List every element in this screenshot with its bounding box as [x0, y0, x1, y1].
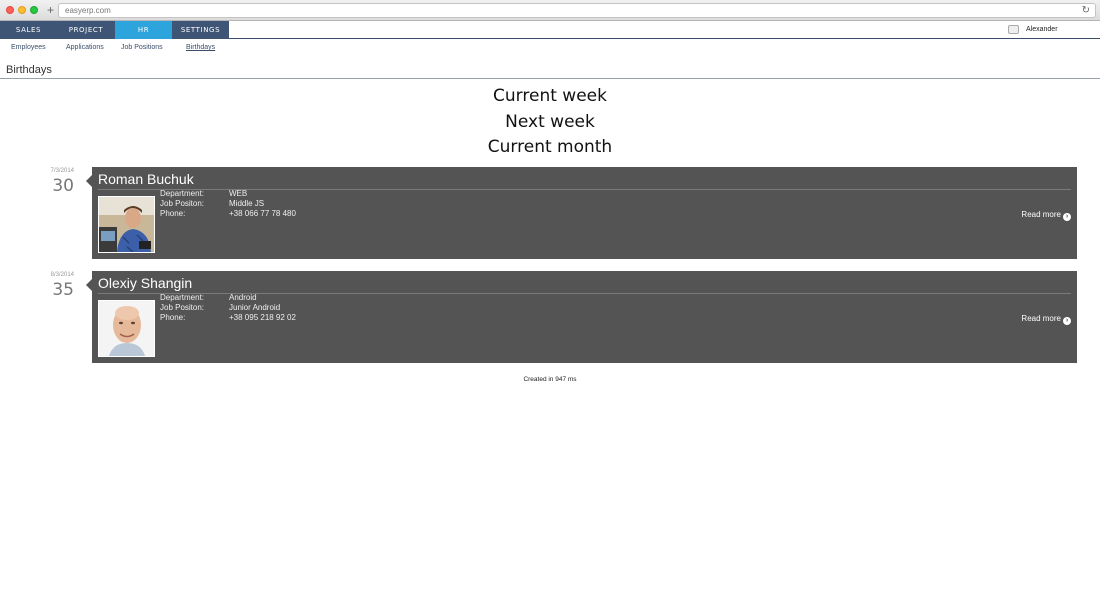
read-more-link[interactable]: Read more ›	[1021, 210, 1071, 221]
arrow-right-circle-icon: ›	[1063, 213, 1071, 221]
read-more-label: Read more	[1021, 210, 1061, 219]
filter-current-week[interactable]: Current week	[0, 86, 1100, 106]
reload-icon[interactable]: ↻	[1082, 4, 1090, 17]
render-time-note: Created in 947 ms	[523, 376, 577, 383]
birthday-date: 8/3/2014	[50, 272, 74, 278]
employee-photo	[98, 196, 155, 253]
birthday-age: 35	[52, 280, 74, 300]
phone-value: +38 095 218 92 02	[229, 313, 296, 322]
department-value: Android	[229, 293, 257, 302]
department-label: Department:	[160, 189, 205, 198]
filter-next-week[interactable]: Next week	[0, 112, 1100, 132]
page-title: Birthdays	[6, 64, 52, 76]
subnav-employees[interactable]: Employees	[11, 43, 46, 53]
browser-toolbar: + easyerp.com ↻	[0, 0, 1100, 21]
address-url: easyerp.com	[65, 6, 111, 15]
user-avatar-icon	[1008, 25, 1019, 34]
minimize-window-icon[interactable]	[18, 6, 26, 14]
tab-hr[interactable]: HR	[115, 21, 172, 39]
employee-name[interactable]: Roman Buchuk	[98, 171, 194, 188]
birthday-date: 7/3/2014	[50, 168, 74, 174]
job-position-value: Junior Android	[229, 303, 281, 312]
read-more-label: Read more	[1021, 314, 1061, 323]
address-bar[interactable]: easyerp.com ↻	[58, 3, 1096, 18]
job-position-label: Job Positon:	[160, 199, 205, 208]
arrow-right-circle-icon: ›	[1063, 317, 1071, 325]
user-name[interactable]: Alexander	[1026, 24, 1058, 35]
filter-current-month[interactable]: Current month	[0, 137, 1100, 157]
birthday-card: Roman Buchuk Department: WEB Job Positon…	[86, 167, 1077, 259]
close-window-icon[interactable]	[6, 6, 14, 14]
employee-photo	[98, 300, 155, 357]
birthday-age: 30	[52, 176, 74, 196]
job-position-label: Job Positon:	[160, 303, 205, 312]
birthday-card: Olexiy Shangin Department: Android Job P…	[86, 271, 1077, 363]
subnav-birthdays[interactable]: Birthdays	[186, 43, 215, 53]
phone-label: Phone:	[160, 209, 186, 218]
tab-settings[interactable]: SETTINGS	[172, 21, 229, 39]
employee-photo-image	[99, 197, 154, 253]
top-navigation: SALES PROJECT HR SETTINGS Alexander	[0, 21, 1100, 39]
user-menu[interactable]: Alexander	[1008, 24, 1078, 36]
job-position-value: Middle JS	[229, 199, 265, 208]
new-tab-button[interactable]: +	[47, 3, 54, 17]
tab-sales[interactable]: SALES	[0, 21, 57, 39]
phone-label: Phone:	[160, 313, 186, 322]
employee-photo-image	[99, 301, 154, 356]
subnav-applications[interactable]: Applications	[66, 43, 104, 53]
tab-project[interactable]: PROJECT	[57, 21, 115, 39]
employee-name[interactable]: Olexiy Shangin	[98, 275, 192, 292]
phone-value: +38 066 77 78 480	[229, 209, 296, 218]
department-value: WEB	[229, 189, 248, 198]
read-more-link[interactable]: Read more ›	[1021, 314, 1071, 325]
department-label: Department:	[160, 293, 205, 302]
maximize-window-icon[interactable]	[30, 6, 38, 14]
subnav-job-positions[interactable]: Job Positions	[121, 43, 163, 53]
divider	[0, 78, 1100, 79]
